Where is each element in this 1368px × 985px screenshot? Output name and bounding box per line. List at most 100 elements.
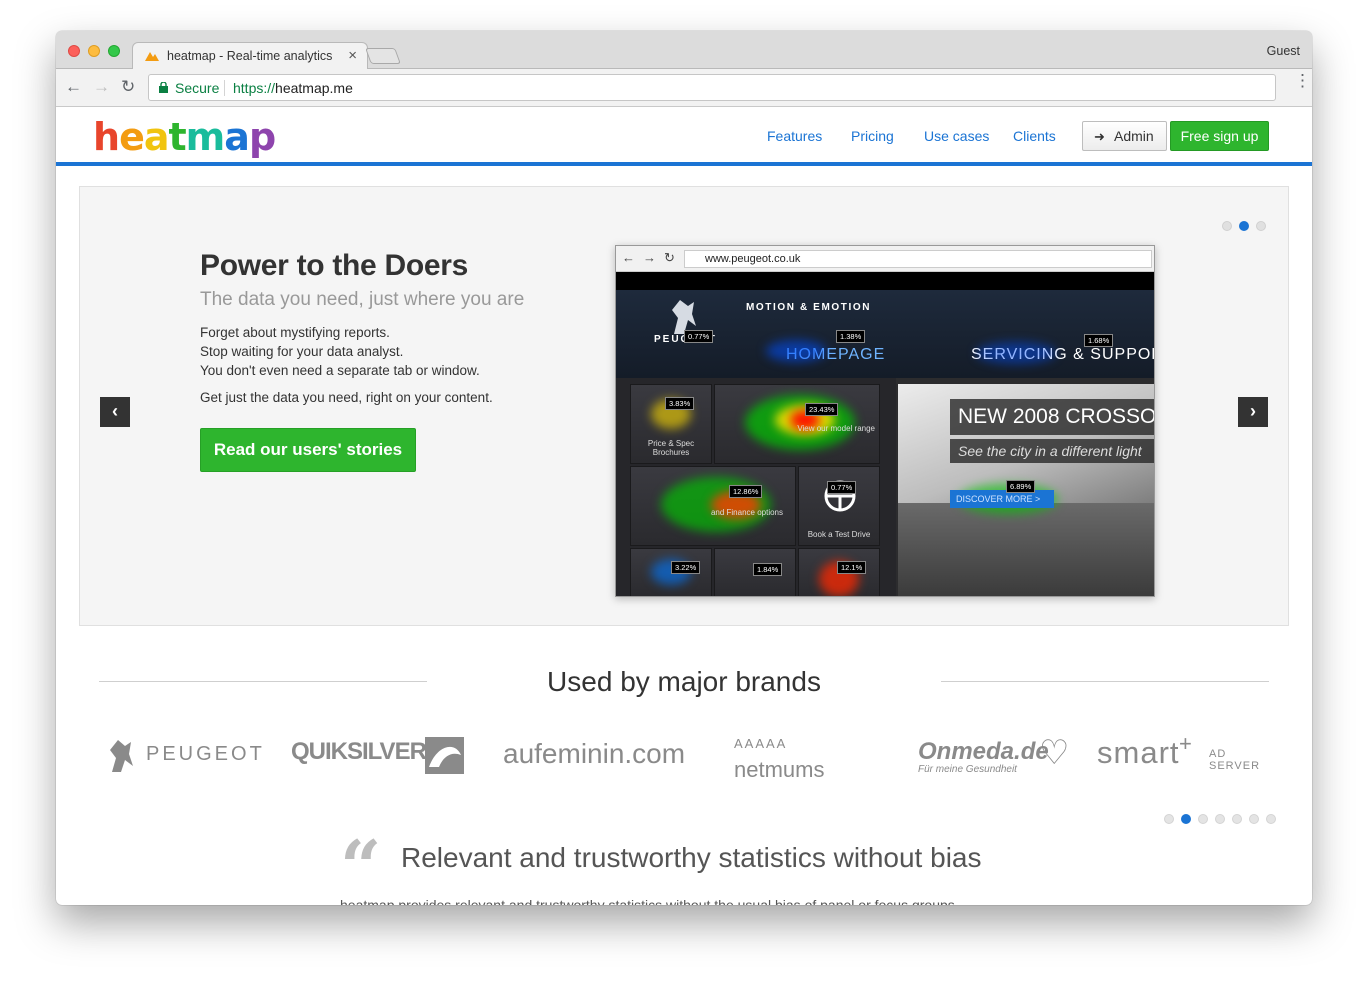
brands-carousel-dot[interactable] <box>1181 814 1191 824</box>
brand-logo-adserver: AD SERVER <box>1209 748 1261 772</box>
browser-tab[interactable]: heatmap - Real-time analytics × <box>132 42 368 70</box>
quote-body: heatmap provides relevant and trustworth… <box>340 897 959 905</box>
brands-carousel-dot[interactable] <box>1164 814 1174 824</box>
tile-test-drive: 0.77% Book a Test Drive <box>798 466 880 546</box>
read-users-stories-button[interactable]: Read our users' stories <box>200 428 416 472</box>
screenshot-tagline: MOTION & EMOTION <box>746 302 872 313</box>
brands-carousel-dot[interactable] <box>1232 814 1242 824</box>
brands-carousel-dot[interactable] <box>1266 814 1276 824</box>
car-banner-title: NEW 2008 CROSSOVER <box>950 399 1154 435</box>
brand-logo-peugeot: PEUGEOT <box>146 743 265 765</box>
kebab-menu-icon[interactable]: ⋮ <box>1294 72 1311 89</box>
brands-carousel-dot[interactable] <box>1249 814 1259 824</box>
hero-title: Power to the Doers <box>200 249 468 282</box>
tab-strip: heatmap - Real-time analytics × Guest <box>56 31 1312 70</box>
hero-carousel-dot[interactable] <box>1222 221 1232 231</box>
back-arrow-icon[interactable]: ← <box>65 77 82 97</box>
percent-label: 1.84% <box>753 563 783 576</box>
brands-carousel-dots <box>1157 811 1276 829</box>
screenshot-toolbar: ← → ↻ www.peugeot.co.uk <box>616 246 1154 272</box>
tile-finance: 12.86% and Finance options <box>630 466 796 546</box>
minimize-window-button[interactable] <box>88 45 100 57</box>
percent-label: 6.89% <box>1006 480 1036 493</box>
tile-label: Book a Test Drive <box>807 530 871 539</box>
admin-button[interactable]: ➜ Admin <box>1082 121 1167 151</box>
percent-label: 0.77% <box>827 481 857 494</box>
screenshot-black-bar <box>616 272 1154 290</box>
free-sign-up-button[interactable]: Free sign up <box>1170 121 1269 151</box>
close-window-button[interactable] <box>68 45 80 57</box>
brands-carousel-dot[interactable] <box>1215 814 1225 824</box>
percent-label: 1.38% <box>836 330 866 343</box>
brand-logo-onmeda: Onmeda.de <box>918 738 1049 765</box>
quote-title: Relevant and trustworthy statistics with… <box>401 842 982 873</box>
brand-logo-aufeminin: aufeminin.com <box>503 738 686 769</box>
browser-window: heatmap - Real-time analytics × Guest ← … <box>56 31 1312 905</box>
tile-bottom-2: 1.84% <box>714 548 796 596</box>
reload-icon[interactable]: ↻ <box>121 77 135 97</box>
quote-mark-icon: “ <box>340 824 382 905</box>
road-image <box>898 503 1154 596</box>
hero-line: Forget about mystifying reports. <box>200 325 390 340</box>
tile-label: Price & Spec Brochures <box>647 439 695 457</box>
brand-logo-onmeda-tagline: Für meine Gesundheit <box>918 764 1017 775</box>
hero-subtitle: The data you need, just where you are <box>200 289 525 310</box>
peugeot-lion-logo-icon <box>110 740 133 772</box>
brands-carousel-dot[interactable] <box>1198 814 1208 824</box>
brand-logo-quiksilver: QUIKSILVER <box>291 738 427 765</box>
heatmap-screenshot: ← → ↻ www.peugeot.co.uk MOTION & EMOTION… <box>615 245 1155 597</box>
carousel-next-button[interactable]: › <box>1238 397 1268 427</box>
lock-icon <box>159 82 168 93</box>
screenshot-reload-icon: ↻ <box>664 250 675 265</box>
car-banner-subtitle: See the city in a different light <box>950 439 1154 463</box>
profile-label[interactable]: Guest <box>1267 44 1300 58</box>
forward-arrow-icon[interactable]: → <box>93 77 110 97</box>
tile-model-range: 23.43% View our model range <box>714 384 880 464</box>
address-bar[interactable]: Secure https://heatmap.me <box>148 74 1276 101</box>
logo-letter: a <box>143 115 170 159</box>
heat-blob <box>766 340 826 362</box>
url-text: https://heatmap.me <box>233 80 353 96</box>
tile-bottom-1: 3.22% <box>630 548 712 596</box>
hero-carousel: ‹ › Power to the Doers The data you need… <box>79 186 1289 626</box>
percent-label: 3.83% <box>665 397 695 410</box>
screenshot-url: www.peugeot.co.uk <box>684 250 1152 268</box>
brands-title: Used by major brands <box>547 666 821 697</box>
nav-features[interactable]: Features <box>767 128 822 144</box>
netmums-figures-icon: AAAAA <box>734 736 788 751</box>
screenshot-car-banner: NEW 2008 CROSSOVER See the city in a dif… <box>898 384 1154 596</box>
nav-clients[interactable]: Clients <box>1013 128 1056 144</box>
nav-use-cases[interactable]: Use cases <box>924 128 989 144</box>
admin-label: Admin <box>1114 128 1154 144</box>
sign-in-icon: ➜ <box>1094 129 1105 144</box>
carousel-prev-button[interactable]: ‹ <box>100 397 130 427</box>
brand-logo-netmums: netmums <box>734 757 825 782</box>
tile-price-spec: 3.83% Price & Spec Brochures <box>630 384 712 464</box>
percent-label: 0.77% <box>684 330 714 343</box>
nav-pricing[interactable]: Pricing <box>851 128 894 144</box>
logo-letter: t <box>168 115 187 159</box>
tab-close-icon[interactable]: × <box>348 47 357 64</box>
hero-carousel-dot[interactable] <box>1239 221 1249 231</box>
onmeda-heart-icon: ♡ <box>1039 734 1070 772</box>
quiksilver-wave-icon <box>425 737 464 774</box>
percent-label: 3.22% <box>671 561 701 574</box>
tile-label: and Finance options <box>710 508 783 517</box>
logo-letter: h <box>93 115 120 159</box>
screenshot-tile-grid: 3.83% Price & Spec Brochures 23.43% View… <box>616 378 896 596</box>
zoom-window-button[interactable] <box>108 45 120 57</box>
new-tab-button[interactable] <box>365 48 401 64</box>
site-header: heatmap Features Pricing Use cases Clien… <box>56 107 1312 166</box>
hero-line: You don't even need a separate tab or wi… <box>200 363 480 378</box>
logo-letter: e <box>119 115 145 159</box>
heatmap-logo[interactable]: heatmap <box>93 115 276 159</box>
heat-blob <box>976 342 1056 364</box>
hero-carousel-dot[interactable] <box>1256 221 1266 231</box>
percent-label: 23.43% <box>805 403 839 416</box>
heatmap-favicon-icon <box>145 52 159 61</box>
tile-label: View our model range <box>797 424 875 433</box>
omnibox-divider <box>224 80 225 96</box>
hero-extra-line: Get just the data you need, right on you… <box>200 390 493 405</box>
screenshot-back-icon: ← <box>622 250 635 265</box>
screenshot-site-header: MOTION & EMOTION PEUGEOT HOMEPAGE SERVIC… <box>616 290 1154 378</box>
